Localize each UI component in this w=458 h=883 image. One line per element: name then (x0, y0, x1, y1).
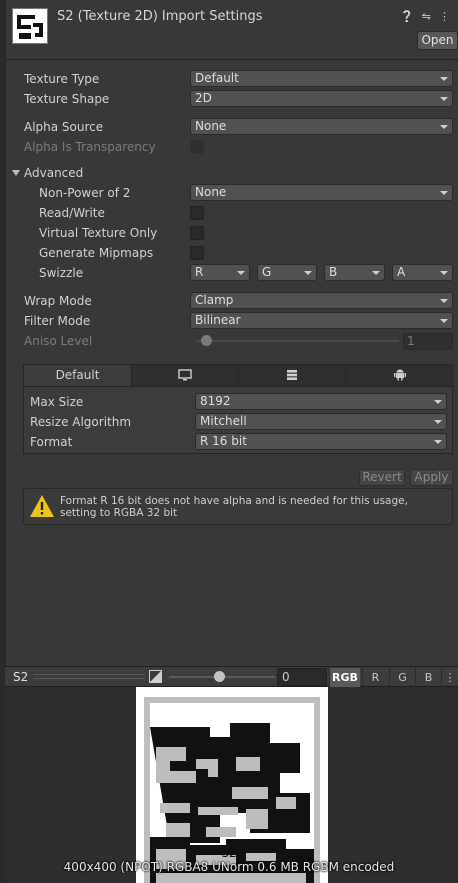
aniso-level-field[interactable]: 1 (403, 333, 453, 350)
format-label: Format (30, 435, 73, 449)
swizzle-a-dropdown[interactable]: A (392, 264, 453, 281)
max-size-label: Max Size (30, 395, 84, 409)
advanced-foldout-label[interactable]: Advanced (24, 166, 83, 180)
aniso-slider-track[interactable] (196, 340, 399, 342)
aniso-level-label: Aniso Level (24, 334, 93, 348)
preview-name: S2 (13, 670, 29, 684)
tab-standalone[interactable] (132, 365, 239, 386)
alpha-is-transparency-checkbox[interactable] (190, 140, 204, 154)
chevron-down-icon (304, 271, 312, 275)
swizzle-label: Swizzle (39, 266, 84, 280)
texture-shape-dropdown[interactable]: 2D (190, 90, 453, 107)
chevron-down-icon (372, 271, 380, 275)
channel-r-toggle[interactable]: R (362, 668, 388, 687)
preview-toolbar: S2 0 RGB R G B ⋮ (5, 666, 458, 687)
presets-icon[interactable]: ⇋ (422, 10, 431, 23)
channel-rgb-toggle[interactable]: RGB (329, 668, 360, 687)
android-icon (394, 369, 406, 381)
header-divider (5, 59, 458, 60)
read-write-checkbox[interactable] (190, 206, 204, 220)
preview-drag-handle[interactable] (33, 674, 145, 679)
swizzle-r-dropdown[interactable]: R (190, 264, 250, 281)
format-dropdown[interactable]: R 16 bit (195, 433, 447, 450)
help-icon[interactable]: ❔ (400, 10, 414, 23)
alpha-source-label: Alpha Source (24, 120, 104, 134)
wrap-mode-dropdown[interactable]: Clamp (190, 292, 453, 309)
channel-b-toggle[interactable]: B (415, 668, 441, 687)
open-button[interactable]: Open (417, 31, 458, 50)
non-power-of-2-dropdown[interactable]: None (190, 184, 453, 201)
alpha-source-dropdown[interactable]: None (190, 118, 453, 135)
chevron-down-icon (440, 77, 448, 81)
max-size-dropdown[interactable]: 8192 (195, 393, 447, 410)
alpha-toggle-icon[interactable] (149, 670, 162, 683)
chevron-down-icon (440, 125, 448, 129)
alpha-is-transparency-label: Alpha Is Transparency (24, 140, 156, 154)
aniso-slider-handle[interactable] (201, 335, 212, 346)
swizzle-b-dropdown[interactable]: B (324, 264, 385, 281)
tab-server[interactable] (239, 365, 346, 386)
chevron-down-icon (440, 191, 448, 195)
texture-shape-label: Texture Shape (24, 92, 110, 106)
swizzle-g-dropdown[interactable]: G (257, 264, 317, 281)
virtual-texture-only-checkbox[interactable] (190, 226, 204, 240)
apply-button[interactable]: Apply (410, 469, 453, 486)
warning-helpbox: Format R 16 bit does not have alpha and … (23, 488, 453, 525)
generate-mipmaps-label: Generate Mipmaps (39, 246, 154, 260)
chevron-down-icon (434, 400, 442, 404)
more-options-icon[interactable]: ⋮ (439, 10, 450, 23)
wrap-mode-label: Wrap Mode (24, 294, 92, 308)
chevron-down-icon (237, 271, 245, 275)
mip-level-field[interactable]: 0 (277, 668, 327, 686)
filter-mode-dropdown[interactable]: Bilinear (190, 312, 453, 329)
monitor-icon (178, 369, 192, 381)
warning-icon (30, 495, 54, 517)
warning-message: Format R 16 bit does not have alpha and … (60, 495, 408, 519)
channel-g-toggle[interactable]: G (389, 668, 415, 687)
texture-type-label: Texture Type (24, 72, 100, 86)
chevron-down-icon (440, 271, 448, 275)
read-write-label: Read/Write (39, 206, 105, 220)
virtual-texture-only-label: Virtual Texture Only (39, 226, 158, 240)
inspector-title: S2 (Texture 2D) Import Settings (57, 9, 263, 24)
foldout-expanded-icon[interactable] (12, 170, 20, 176)
chevron-down-icon (440, 97, 448, 101)
texture-type-dropdown[interactable]: Default (190, 70, 453, 87)
mip-slider-handle[interactable] (214, 671, 225, 682)
resize-algorithm-dropdown[interactable]: Mitchell (195, 413, 447, 430)
filter-mode-label: Filter Mode (24, 314, 91, 328)
texture-name-label: S2 (221, 846, 237, 860)
texture-info-text: 400x400 (NPOT) RGBA8 UNorm 0.6 MB RGBM e… (63, 860, 395, 874)
texture-thumbnail-icon (12, 8, 48, 44)
chevron-down-icon (434, 440, 442, 444)
generate-mipmaps-checkbox[interactable] (190, 246, 204, 260)
non-power-of-2-label: Non-Power of 2 (39, 186, 131, 200)
preview-more-icon[interactable]: ⋮ (441, 668, 458, 687)
chevron-down-icon (434, 420, 442, 424)
tab-default[interactable]: Default (24, 365, 132, 386)
server-icon (287, 370, 297, 380)
chevron-down-icon (440, 299, 448, 303)
revert-button[interactable]: Revert (359, 469, 405, 486)
tab-android[interactable] (346, 365, 454, 386)
resize-algorithm-label: Resize Algorithm (30, 415, 132, 429)
chevron-down-icon (440, 319, 448, 323)
